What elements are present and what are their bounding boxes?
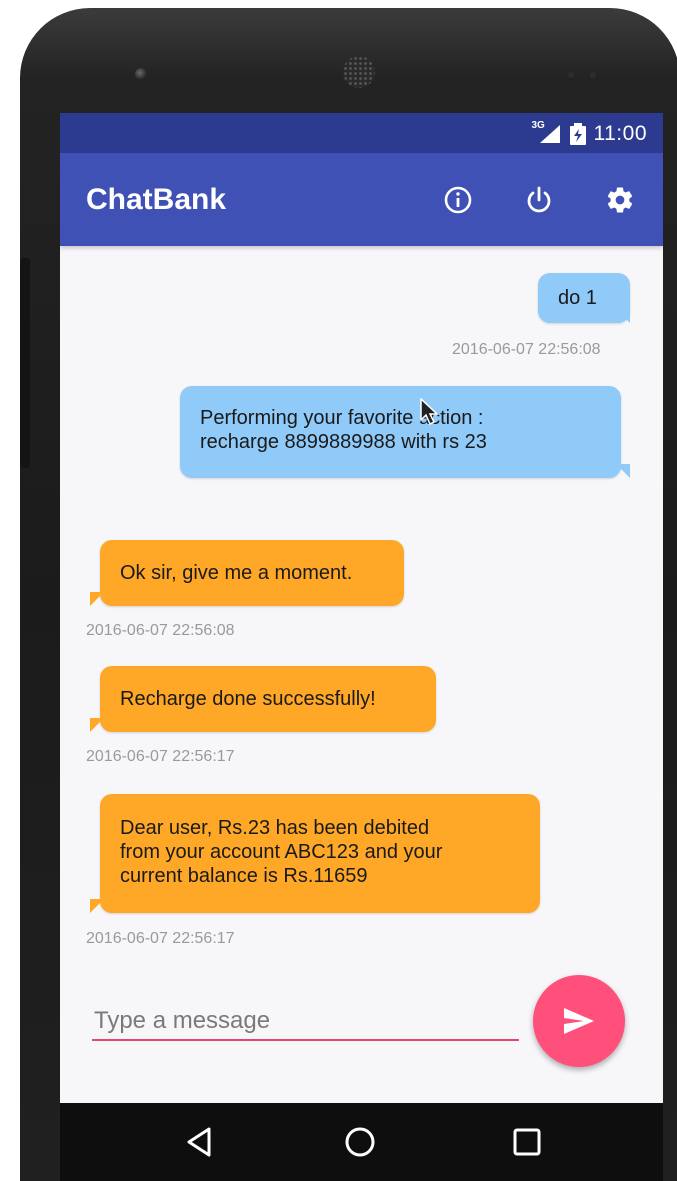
- message-bubble-incoming[interactable]: Ok sir, give me a moment.: [100, 540, 404, 606]
- bubble-tail: [616, 309, 630, 323]
- message-timestamp: 2016-06-07 22:56:08: [86, 622, 235, 639]
- message-bubble-outgoing[interactable]: Performing your favorite action : rechar…: [180, 386, 621, 478]
- message-timestamp: 2016-06-07 22:56:17: [86, 748, 235, 765]
- proximity-sensor: [568, 72, 574, 78]
- send-icon: [564, 1008, 594, 1034]
- message-text: Performing your favorite action : rechar…: [200, 407, 487, 453]
- message-timestamp: 2016-06-07 22:56:08: [452, 341, 601, 358]
- message-bubble-incoming[interactable]: Dear user, Rs.23 has been debited from y…: [100, 794, 540, 913]
- battery-icon: [569, 123, 586, 145]
- phone-side-button: [20, 258, 30, 468]
- earpiece-speaker: [343, 56, 375, 88]
- app-title: ChatBank: [86, 183, 227, 216]
- mouse-cursor-icon: [420, 397, 440, 431]
- message-text: Recharge done successfully!: [120, 688, 376, 710]
- message-text: Dear user, Rs.23 has been debited from y…: [120, 817, 443, 887]
- message-composer: [92, 1003, 519, 1053]
- message-text: Ok sir, give me a moment.: [120, 562, 353, 584]
- message-input[interactable]: [92, 1003, 519, 1041]
- back-icon[interactable]: [182, 1125, 216, 1159]
- info-icon[interactable]: [443, 185, 473, 215]
- settings-icon[interactable]: [605, 185, 635, 215]
- network-signal-icon: 3G: [531, 120, 562, 145]
- recents-icon[interactable]: [510, 1125, 544, 1159]
- message-text: do 1: [558, 287, 597, 309]
- bubble-tail: [90, 899, 104, 913]
- network-type-label: 3G: [531, 120, 545, 131]
- power-icon[interactable]: [524, 185, 554, 215]
- system-nav-bar: [60, 1103, 663, 1181]
- app-bar: ChatBank: [60, 153, 663, 246]
- front-camera: [135, 68, 147, 80]
- bubble-tail: [90, 718, 104, 732]
- status-time: 11:00: [593, 122, 647, 145]
- bubble-tail: [616, 464, 630, 478]
- send-button[interactable]: [533, 975, 625, 1067]
- light-sensor: [590, 72, 596, 78]
- status-bar: 3G 11:00: [60, 113, 663, 153]
- message-timestamp: 2016-06-07 22:56:17: [86, 930, 235, 947]
- bubble-tail: [90, 592, 104, 606]
- app-screen: 3G 11:00 ChatBank do 1 2016-06-07 22:56:…: [60, 113, 663, 1103]
- message-bubble-incoming[interactable]: Recharge done successfully!: [100, 666, 436, 732]
- home-icon[interactable]: [343, 1125, 377, 1159]
